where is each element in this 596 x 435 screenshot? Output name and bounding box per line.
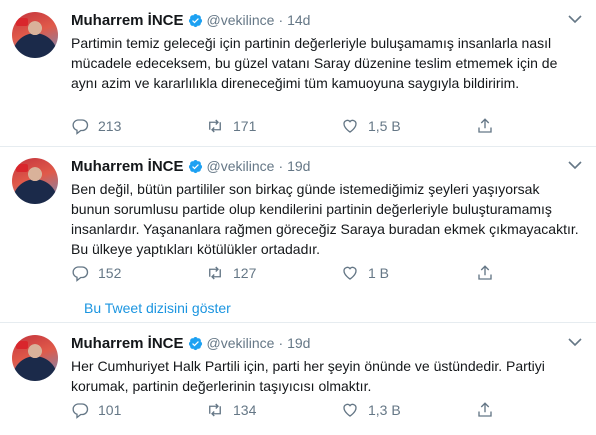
retweet-count: 127: [233, 265, 257, 281]
retweet-icon: [209, 403, 221, 417]
show-thread-link[interactable]: Bu Tweet dizisini göster: [84, 300, 231, 316]
separator-dot: ·: [278, 158, 284, 174]
reply-count: 152: [98, 265, 122, 281]
tweet-timestamp[interactable]: 19d: [287, 335, 310, 351]
tweet-text: Partimin temiz geleceği için partinin de…: [71, 35, 558, 91]
avatar[interactable]: [12, 335, 58, 381]
chevron-down-icon[interactable]: [568, 14, 582, 24]
tweet-text: Her Cumhuriyet Halk Partili için, parti …: [71, 358, 545, 394]
verified-badge-icon: [188, 336, 202, 350]
tweet-timestamp[interactable]: 14d: [287, 12, 310, 28]
retweet-icon: [209, 266, 221, 280]
author-handle[interactable]: @vekilince: [207, 158, 275, 174]
retweet-button[interactable]: 127: [206, 264, 341, 282]
reply-count: 101: [98, 402, 122, 418]
heart-icon: [343, 119, 357, 133]
reply-icon: [72, 266, 89, 282]
tweet[interactable]: Muharrem İNCE @vekilince · 19d Her Cumhu…: [0, 323, 596, 435]
like-count: 1,5 B: [368, 118, 401, 134]
separator-dot: ·: [278, 335, 284, 351]
author-handle[interactable]: @vekilince: [207, 335, 275, 351]
reply-icon: [72, 119, 89, 135]
heart-icon: [343, 403, 357, 417]
author-name[interactable]: Muharrem İNCE: [71, 335, 184, 352]
retweet-count: 134: [233, 402, 257, 418]
author-name[interactable]: Muharrem İNCE: [71, 12, 184, 29]
retweet-button[interactable]: 171: [206, 117, 341, 135]
reply-icon: [72, 403, 89, 419]
separator-dot: ·: [278, 12, 284, 28]
retweet-icon: [209, 119, 221, 133]
retweet-button[interactable]: 134: [206, 401, 341, 419]
share-button[interactable]: [476, 117, 503, 135]
like-button[interactable]: 1,3 B: [341, 401, 476, 419]
like-button[interactable]: 1,5 B: [341, 117, 476, 135]
reply-button[interactable]: 213: [71, 117, 206, 135]
retweet-count: 171: [233, 118, 257, 134]
share-icon: [478, 118, 492, 133]
tweet-timestamp[interactable]: 19d: [287, 158, 310, 174]
tweet-actions: 101 134 1,3 B: [71, 401, 503, 419]
tweet-header: Muharrem İNCE @vekilince · 14d: [71, 11, 310, 29]
tweet-header: Muharrem İNCE @vekilince · 19d: [71, 157, 310, 175]
author-name[interactable]: Muharrem İNCE: [71, 158, 184, 175]
tweet[interactable]: Muharrem İNCE @vekilince · 14d Partimin …: [0, 0, 596, 146]
share-icon: [478, 402, 492, 417]
author-handle[interactable]: @vekilince: [207, 12, 275, 28]
share-button[interactable]: [476, 264, 503, 282]
avatar[interactable]: [12, 12, 58, 58]
share-button[interactable]: [476, 401, 503, 419]
avatar[interactable]: [12, 158, 58, 204]
heart-icon: [343, 266, 357, 280]
chevron-down-icon[interactable]: [568, 160, 582, 170]
like-count: 1 B: [368, 265, 390, 281]
tweet-text: Ben değil, bütün partililer son birkaç g…: [71, 181, 579, 257]
like-button[interactable]: 1 B: [341, 264, 476, 282]
chevron-down-icon[interactable]: [568, 337, 582, 347]
share-icon: [478, 265, 492, 280]
reply-button[interactable]: 101: [71, 401, 206, 419]
verified-badge-icon: [188, 159, 202, 173]
reply-count: 213: [98, 118, 122, 134]
tweet[interactable]: Muharrem İNCE @vekilince · 19d Ben değil…: [0, 146, 596, 293]
tweet-header: Muharrem İNCE @vekilince · 19d: [71, 334, 310, 352]
like-count: 1,3 B: [368, 402, 401, 418]
verified-badge-icon: [188, 13, 202, 27]
tweet-actions: 152 127 1 B: [71, 264, 503, 282]
reply-button[interactable]: 152: [71, 264, 206, 282]
tweet-actions: 213 171 1,5 B: [71, 117, 503, 135]
